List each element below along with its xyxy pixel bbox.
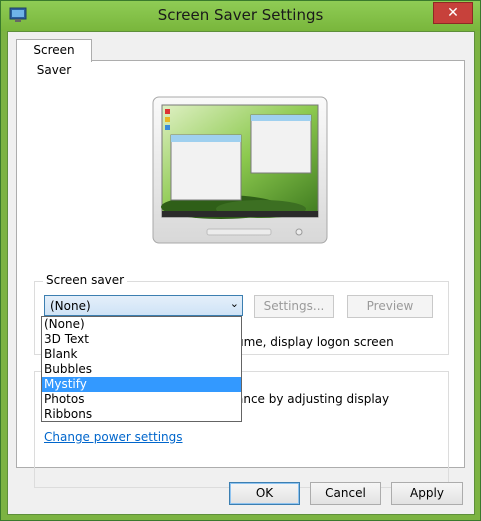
title-bar[interactable]: Screen Saver Settings ✕ [1,1,480,31]
dialog-body: Screen Saver Screen saver (None) ⌄ Setti… [7,31,475,515]
screen-saver-select[interactable]: (None) ⌄ [44,295,243,316]
dropdown-option[interactable]: 3D Text [42,332,241,347]
screen-saver-select-value: (None) [50,299,91,313]
settings-button[interactable]: Settings... [254,295,334,318]
close-button[interactable]: ✕ [433,2,473,24]
power-management-text: ance by adjusting display [236,392,390,406]
window-title: Screen Saver Settings [157,6,324,24]
preview-button[interactable]: Preview [347,295,433,318]
chevron-down-icon: ⌄ [229,297,239,310]
window: Screen Saver Settings ✕ Screen Saver Scr… [0,0,481,521]
tab-screen-saver[interactable]: Screen Saver [16,39,92,77]
dropdown-option-highlighted[interactable]: Mystify [42,377,241,392]
ok-button[interactable]: OK [229,482,300,505]
apply-button[interactable]: Apply [391,482,463,505]
change-power-settings-link[interactable]: Change power settings [44,430,183,444]
monitor-preview [152,96,328,244]
cancel-button[interactable]: Cancel [310,482,381,505]
logon-screen-label: ume, display logon screen [236,335,394,349]
dropdown-option[interactable]: Bubbles [42,362,241,377]
dropdown-option[interactable]: Blank [42,347,241,362]
dropdown-option[interactable]: Photos [42,392,241,407]
dropdown-option[interactable]: Ribbons [42,407,241,422]
screen-saver-dropdown-list: (None) 3D Text Blank Bubbles Mystify Pho… [41,316,242,422]
dropdown-option[interactable]: (None) [42,317,241,332]
screen-saver-group-label: Screen saver [43,273,128,287]
